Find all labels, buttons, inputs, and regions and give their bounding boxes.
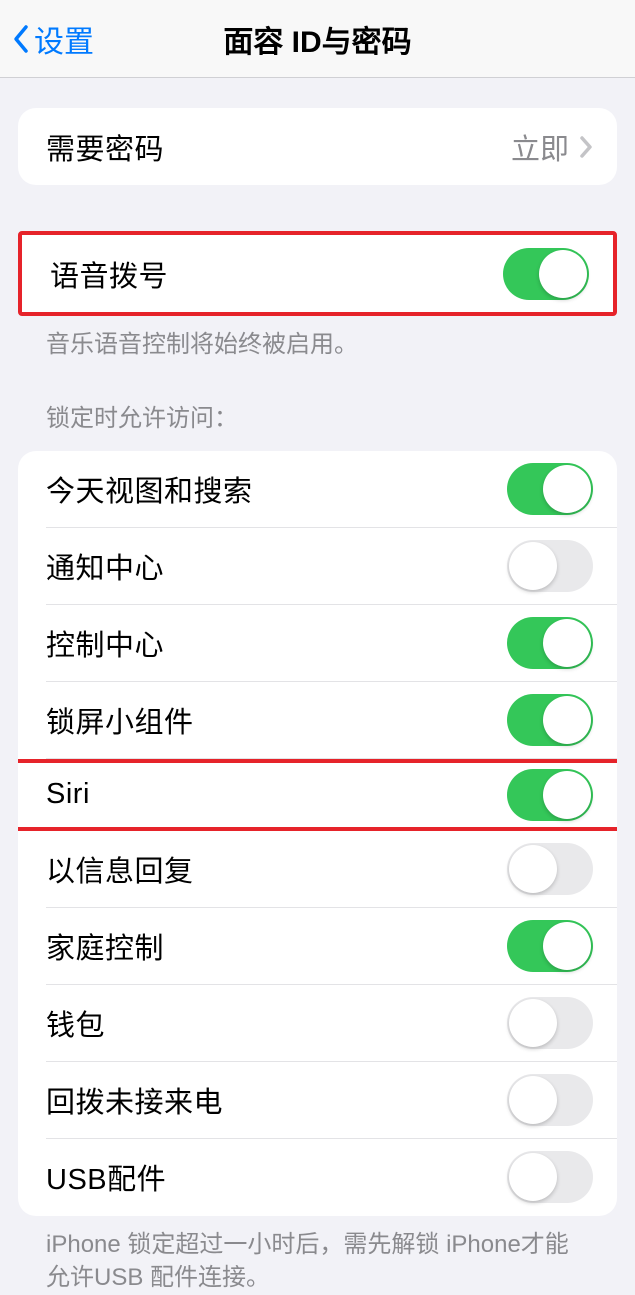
voice-dial-label: 语音拨号: [50, 253, 168, 295]
usb-accessories-label: USB配件: [46, 1156, 166, 1198]
notification-center-toggle[interactable]: [507, 540, 593, 592]
wallet-label: 钱包: [46, 1002, 105, 1044]
lock-access-footer: iPhone 锁定超过一小时后，需先解锁 iPhone才能允许USB 配件连接。: [18, 1216, 617, 1295]
lock-access-header: 锁定时允许访问：: [18, 398, 617, 443]
lock-screen-widgets-toggle[interactable]: [507, 694, 593, 746]
home-control-label: 家庭控制: [46, 925, 164, 967]
usb-accessories-toggle[interactable]: [507, 1151, 593, 1203]
return-missed-calls-row: 回拨未接来电: [18, 1062, 617, 1139]
require-passcode-group: 需要密码 立即: [18, 108, 617, 185]
wallet-row: 钱包: [18, 985, 617, 1062]
back-button[interactable]: 设置: [12, 17, 94, 61]
chevron-right-icon: [579, 135, 593, 159]
lock-screen-widgets-row: 锁屏小组件: [18, 682, 617, 759]
require-passcode-row[interactable]: 需要密码 立即: [18, 108, 617, 185]
voice-dial-row: 语音拨号: [22, 235, 613, 312]
reply-with-message-label: 以信息回复: [46, 848, 194, 890]
today-view-row: 今天视图和搜索: [18, 451, 617, 528]
return-missed-calls-toggle[interactable]: [507, 1074, 593, 1126]
reply-with-message-row: 以信息回复: [18, 831, 617, 908]
control-center-row: 控制中心: [18, 605, 617, 682]
siri-label: Siri: [46, 778, 90, 811]
notification-center-label: 通知中心: [46, 545, 164, 587]
require-passcode-value-wrap: 立即: [511, 126, 593, 168]
page-title: 面容 ID与密码: [0, 17, 635, 61]
require-passcode-value: 立即: [511, 126, 569, 168]
today-view-toggle[interactable]: [507, 463, 593, 515]
home-control-row: 家庭控制: [18, 908, 617, 985]
reply-with-message-toggle[interactable]: [507, 843, 593, 895]
chevron-left-icon: [12, 24, 30, 54]
notification-center-row: 通知中心: [18, 528, 617, 605]
today-view-label: 今天视图和搜索: [46, 468, 253, 510]
voice-dial-footer: 音乐语音控制将始终被启用。: [18, 316, 617, 362]
siri-row: Siri: [18, 759, 617, 831]
lock-screen-widgets-label: 锁屏小组件: [46, 699, 194, 741]
voice-dial-toggle[interactable]: [503, 248, 589, 300]
require-passcode-label: 需要密码: [46, 126, 164, 168]
return-missed-calls-label: 回拨未接来电: [46, 1079, 223, 1121]
toggle-knob: [539, 250, 587, 298]
wallet-toggle[interactable]: [507, 997, 593, 1049]
siri-toggle[interactable]: [507, 769, 593, 821]
back-label: 设置: [34, 17, 94, 61]
home-control-toggle[interactable]: [507, 920, 593, 972]
usb-accessories-row: USB配件: [18, 1139, 617, 1216]
control-center-toggle[interactable]: [507, 617, 593, 669]
voice-dial-group: 语音拨号: [18, 231, 617, 316]
lock-access-group: 今天视图和搜索 通知中心 控制中心 锁屏小组件 Siri 以信息回复 家庭控制: [18, 451, 617, 1216]
control-center-label: 控制中心: [46, 622, 164, 664]
navigation-bar: 设置 面容 ID与密码: [0, 0, 635, 78]
